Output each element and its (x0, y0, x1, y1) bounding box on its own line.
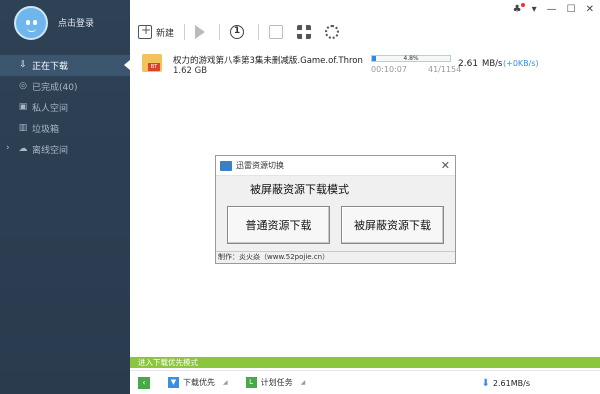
dialog-message: 被屏蔽资源下载模式 (250, 183, 349, 196)
toolbar: 新建 1 (130, 18, 600, 46)
sidebar-item-completed[interactable]: ◎ 已完成(40) (0, 76, 130, 97)
sidebar-item-downloading[interactable]: ⇩ 正在下载 (0, 55, 130, 76)
speed-unit: MB/s (482, 59, 503, 69)
sidebar: 点击登录 ⇩ 正在下载 ◎ 已完成(40) ▣ 私人空间 ▥ 垃圾箱 › ☁ 离… (0, 0, 130, 394)
minimize-icon[interactable]: — (547, 4, 557, 15)
progress-bar: 4.8% (371, 55, 451, 62)
new-task-icon (138, 23, 152, 39)
sidebar-item-label: 已完成(40) (32, 83, 78, 93)
dropdown-caret-icon: ◢ (223, 379, 228, 386)
toolbar-divider (219, 24, 221, 40)
back-icon[interactable]: ‹ (138, 376, 150, 389)
resource-switch-dialog: 迅雷资源切换 ✕ 被屏蔽资源下载模式 普通资源下载 被屏蔽资源下载 制作：炎火焱… (215, 155, 456, 264)
app-icon (220, 160, 232, 171)
window-controls: ♣ ▾ — ☐ ✕ (513, 3, 594, 15)
normal-download-button[interactable]: 普通资源下载 (227, 206, 330, 244)
sidebar-item-label: 正在下载 (32, 62, 69, 72)
maximize-icon[interactable]: ☐ (567, 4, 576, 15)
skin-icon[interactable]: ♣ (513, 3, 525, 15)
parts-count: 41/1154 (428, 65, 462, 74)
download-arrow-icon: ⬇ (481, 378, 490, 389)
download-priority-button[interactable]: ▼ 下载优先 ◢ (168, 377, 228, 388)
total-speed: ⬇ 2.61MB/s (482, 378, 530, 389)
avatar-eye-right (33, 20, 37, 25)
dialog-footer: 制作：炎火焱（www.52pojie.cn） (216, 251, 455, 263)
dialog-titlebar: 迅雷资源切换 (216, 156, 455, 176)
sidebar-item-label: 离线空间 (32, 146, 69, 156)
progress-label: 4.8% (403, 55, 419, 62)
status-notice: 进入下载优先模式 (130, 357, 600, 368)
sidebar-item-label: 私人空间 (32, 104, 69, 114)
download-filename: 权力的游戏第八季第3集未删减版.Game.of.Thrones.Seas... (173, 56, 363, 66)
dropdown-caret-icon: ◢ (300, 379, 306, 386)
blocked-download-button[interactable]: 被屏蔽资源下载 (341, 206, 444, 244)
notification-dot (520, 3, 525, 7)
sidebar-item-trash[interactable]: ▥ 垃圾箱 (0, 118, 130, 139)
flag-icon (269, 25, 284, 39)
scheduled-tasks-label: 计划任务 (260, 378, 293, 387)
elapsed-time: 00:10:07 (371, 65, 407, 74)
bottom-bar: ‹ ▼ 下载优先 ◢ L 计划任务 ◢ ⬇ 2.61MB/s (130, 370, 600, 394)
new-task-label: 新建 (156, 28, 175, 39)
avatar[interactable] (14, 6, 48, 40)
schedule-icon: L (245, 377, 257, 388)
download-speed: 2.61 (458, 59, 479, 69)
menu-icon[interactable]: ▾ (532, 4, 537, 15)
download-row[interactable]: BT 权力的游戏第八季第3集未删减版.Game.of.Thrones.Seas.… (138, 52, 593, 80)
dialog-title: 迅雷资源切换 (236, 161, 284, 170)
gear-icon (325, 25, 340, 39)
download-arrow-icon: ⇩ (19, 60, 27, 70)
sidebar-item-offline[interactable]: › ☁ 离线空间 (0, 139, 130, 160)
close-icon[interactable]: ✕ (586, 4, 594, 15)
chevron-right-icon[interactable]: › (6, 143, 10, 153)
sidebar-nav: ⇩ 正在下载 ◎ 已完成(40) ▣ 私人空间 ▥ 垃圾箱 › ☁ 离线空间 (0, 55, 130, 160)
one-circle-icon: 1 (230, 25, 245, 39)
play-icon (195, 25, 206, 39)
toolbar-divider (184, 24, 186, 40)
view-button[interactable] (297, 21, 315, 43)
avatar-eye-left (26, 20, 30, 25)
boost-speed: (+0KB/s) (503, 59, 539, 68)
folder-icon: BT (142, 54, 162, 72)
grid-icon (297, 25, 312, 39)
toolbar-divider (258, 24, 260, 40)
settings-button[interactable] (325, 21, 343, 43)
avatar-mouth (27, 28, 36, 32)
download-priority-label: 下载优先 (183, 378, 215, 387)
limit-button[interactable]: 1 (230, 21, 248, 43)
sidebar-item-private[interactable]: ▣ 私人空间 (0, 97, 130, 118)
new-task-button[interactable]: 新建 (138, 21, 174, 43)
close-icon[interactable]: ✕ (441, 159, 450, 172)
download-size: 1.62 GB (173, 66, 208, 76)
check-circle-icon: ◎ (19, 81, 27, 91)
private-folder-icon: ▣ (18, 102, 28, 112)
priority-icon: ▼ (168, 377, 179, 388)
flag-button[interactable] (269, 21, 287, 43)
scheduled-tasks-button[interactable]: L 计划任务 ◢ (245, 377, 306, 388)
trash-icon: ▥ (18, 123, 28, 133)
bt-badge: BT (148, 63, 160, 71)
start-button[interactable] (195, 21, 209, 43)
total-speed-value: 2.61MB/s (492, 379, 530, 388)
cloud-icon: ☁ (18, 144, 28, 154)
sidebar-item-label: 垃圾箱 (32, 125, 60, 135)
login-link[interactable]: 点击登录 (58, 16, 94, 29)
